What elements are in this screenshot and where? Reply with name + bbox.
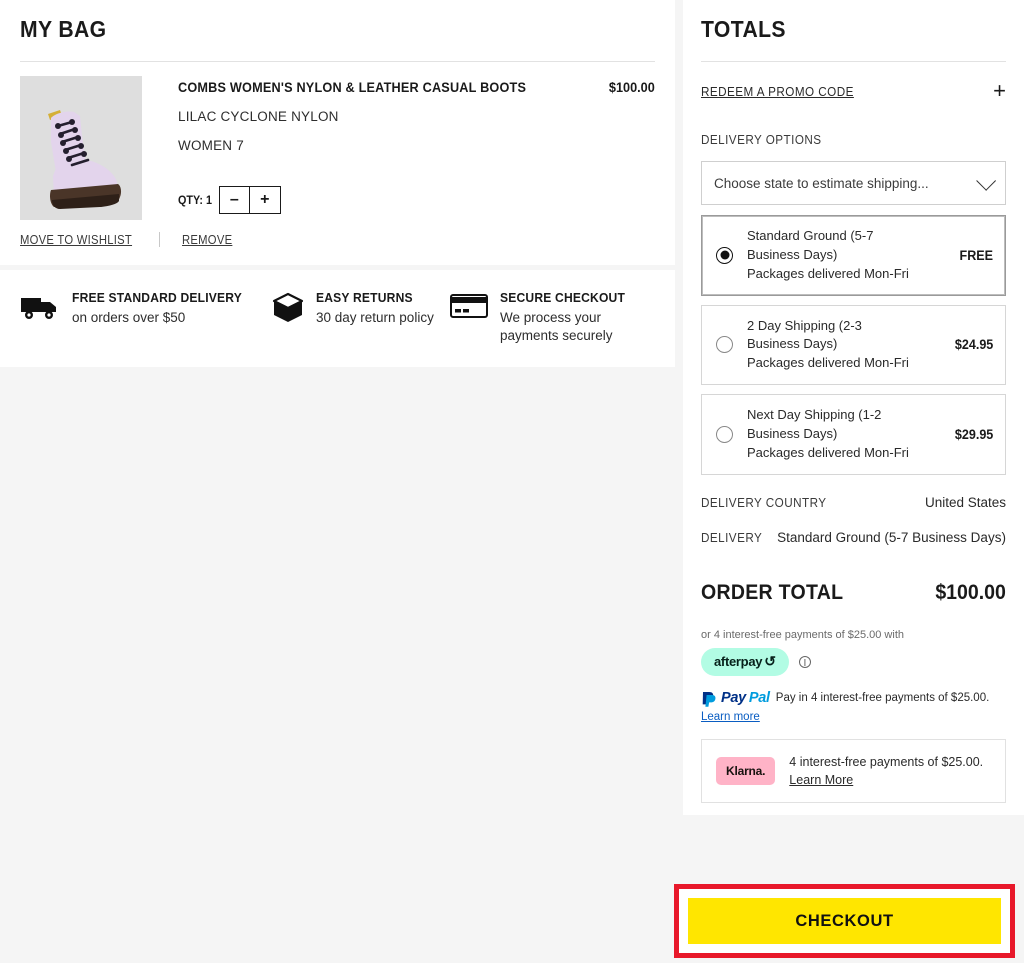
cart-page: MY BAG COMBS WOMEN'S NYLON & LEATHER CAS… bbox=[0, 0, 1024, 963]
shipping-line-1: 2 Day Shipping (2-3 bbox=[747, 317, 862, 333]
afterpay-label: afterpay bbox=[714, 653, 763, 669]
item-actions: MOVE TO WISHLIST REMOVE bbox=[20, 220, 655, 265]
product-name[interactable]: COMBS WOMEN'S NYLON & LEATHER CASUAL BOO… bbox=[178, 80, 626, 95]
promo-code-row[interactable]: REDEEM A PROMO CODE + bbox=[701, 62, 1006, 102]
delivery-options-label: DELIVERY OPTIONS bbox=[701, 132, 822, 147]
totals-column: TOTALS REDEEM A PROMO CODE + DELIVERY OP… bbox=[674, 0, 1024, 958]
delivery-value: Standard Ground (5-7 Business Days) bbox=[777, 529, 1006, 545]
cart-item-row: COMBS WOMEN'S NYLON & LEATHER CASUAL BOO… bbox=[20, 62, 655, 220]
klarna-learn-more-link[interactable]: Learn More bbox=[789, 773, 853, 787]
paypal-learn-more-link[interactable]: Learn more bbox=[701, 711, 760, 723]
benefit-heading: FREE STANDARD DELIVERY bbox=[72, 290, 243, 305]
shipping-price: FREE bbox=[959, 247, 993, 263]
checkout-highlight: CHECKOUT bbox=[674, 884, 1015, 958]
paypal-line: Pay Pal Pay in 4 interest-free payments o… bbox=[701, 690, 1006, 707]
truck-icon bbox=[20, 290, 60, 327]
paypal-block: Pay Pal Pay in 4 interest-free payments o… bbox=[701, 690, 1006, 725]
benefit-easy-returns: EASY RETURNS 30 day return policy bbox=[272, 290, 450, 345]
state-select[interactable]: Choose state to estimate shipping... bbox=[701, 161, 1006, 205]
benefit-text-wrap: FREE STANDARD DELIVERY on orders over $5… bbox=[72, 290, 255, 327]
bag-column: MY BAG COMBS WOMEN'S NYLON & LEATHER CAS… bbox=[0, 0, 675, 368]
shipping-price: $29.95 bbox=[954, 426, 993, 442]
shipping-option-text: Next Day Shipping (1-2 Business Days) Pa… bbox=[747, 406, 944, 463]
decrease-quantity-button[interactable]: – bbox=[219, 187, 250, 213]
order-total-label: ORDER TOTAL bbox=[701, 580, 844, 604]
product-size: WOMEN 7 bbox=[178, 138, 244, 153]
increase-quantity-button[interactable]: + bbox=[249, 187, 280, 213]
state-select-value: Choose state to estimate shipping... bbox=[714, 175, 929, 191]
paypal-logo-icon: Pay Pal bbox=[701, 690, 770, 707]
benefit-secure-checkout: SECURE CHECKOUT We process your payments… bbox=[450, 290, 650, 345]
move-to-wishlist-link[interactable]: MOVE TO WISHLIST bbox=[20, 233, 132, 247]
shipping-options-list: Standard Ground (5-7 Business Days) Pack… bbox=[701, 215, 1006, 475]
shipping-price: $24.95 bbox=[954, 337, 993, 353]
product-colorway: LILAC CYCLONE NYLON bbox=[178, 109, 339, 124]
paypal-brand-pal: Pal bbox=[748, 690, 770, 707]
shipping-note: Packages delivered Mon-Fri bbox=[747, 265, 909, 281]
product-details: COMBS WOMEN'S NYLON & LEATHER CASUAL BOO… bbox=[142, 76, 655, 220]
klarna-text-wrap: 4 interest-free payments of $25.00. Lear… bbox=[789, 753, 983, 789]
benefit-heading: EASY RETURNS bbox=[316, 290, 413, 305]
delivery-country-row: DELIVERY COUNTRY United States bbox=[701, 495, 1006, 510]
radio-2-day-shipping[interactable] bbox=[716, 336, 733, 354]
benefit-free-delivery: FREE STANDARD DELIVERY on orders over $5… bbox=[20, 290, 272, 345]
benefit-heading: SECURE CHECKOUT bbox=[500, 290, 626, 305]
shipping-line-1: Next Day Shipping (1-2 bbox=[747, 407, 882, 423]
klarna-badge: Klarna. bbox=[716, 756, 776, 785]
remove-item-link[interactable]: REMOVE bbox=[182, 233, 232, 247]
shipping-line-2: Business Days) bbox=[747, 425, 838, 441]
plus-icon[interactable]: + bbox=[993, 80, 1006, 102]
shipping-option-2day[interactable]: 2 Day Shipping (2-3 Business Days) Packa… bbox=[701, 304, 1006, 386]
radio-next-day-shipping[interactable] bbox=[716, 425, 733, 443]
redeem-promo-code-link[interactable]: REDEEM A PROMO CODE bbox=[701, 84, 854, 99]
order-total-value: $100.00 bbox=[935, 580, 1006, 604]
klarna-text: 4 interest-free payments of $25.00. bbox=[789, 754, 984, 769]
shipping-line-1: Standard Ground (5-7 bbox=[747, 228, 874, 243]
checkout-button[interactable]: CHECKOUT bbox=[688, 898, 1001, 944]
bag-card: MY BAG COMBS WOMEN'S NYLON & LEATHER CAS… bbox=[0, 0, 675, 265]
radio-standard-ground[interactable] bbox=[716, 246, 733, 264]
chevron-down-icon bbox=[976, 170, 997, 191]
benefit-text-wrap: SECURE CHECKOUT We process your payments… bbox=[500, 290, 650, 345]
quantity-stepper: QTY: 1 – + bbox=[178, 186, 655, 214]
delivery-row: DELIVERY Standard Ground (5-7 Business D… bbox=[701, 530, 1006, 545]
delivery-country-label: DELIVERY COUNTRY bbox=[701, 494, 827, 510]
order-total-row: ORDER TOTAL $100.00 bbox=[701, 581, 1006, 605]
info-icon[interactable] bbox=[798, 655, 811, 668]
totals-card: TOTALS REDEEM A PROMO CODE + DELIVERY OP… bbox=[683, 0, 1024, 815]
shipping-note: Packages delivered Mon-Fri bbox=[747, 444, 909, 460]
action-separator bbox=[158, 232, 160, 247]
klarna-box[interactable]: Klarna. 4 interest-free payments of $25.… bbox=[701, 738, 1006, 803]
credit-card-icon bbox=[450, 290, 488, 325]
afterpay-note: or 4 interest-free payments of $25.00 wi… bbox=[701, 628, 904, 641]
shipping-option-standard[interactable]: Standard Ground (5-7 Business Days) Pack… bbox=[701, 215, 1006, 296]
paypal-text: Pay in 4 interest-free payments of $25.0… bbox=[775, 692, 990, 705]
box-icon bbox=[272, 290, 304, 329]
benefit-subtext: 30 day return policy bbox=[316, 310, 434, 325]
stepper-controls: – + bbox=[218, 186, 281, 214]
totals-title: TOTALS bbox=[701, 16, 786, 42]
delivery-country-value: United States bbox=[924, 494, 1006, 510]
benefit-text-wrap: EASY RETURNS 30 day return policy bbox=[316, 290, 434, 327]
afterpay-badge[interactable]: afterpay ↺ bbox=[701, 647, 789, 676]
benefits-bar: FREE STANDARD DELIVERY on orders over $5… bbox=[0, 270, 675, 368]
shipping-line-2: Business Days) bbox=[747, 246, 838, 262]
product-thumbnail[interactable] bbox=[20, 76, 142, 220]
paypal-brand-pay: Pay bbox=[721, 690, 746, 707]
afterpay-row: afterpay ↺ bbox=[701, 647, 1006, 676]
shipping-line-2: Business Days) bbox=[747, 336, 838, 352]
benefit-subtext: We process your payments securely bbox=[500, 310, 613, 344]
shipping-note: Packages delivered Mon-Fri bbox=[747, 355, 909, 371]
product-price: $100.00 bbox=[609, 80, 655, 95]
delivery-label: DELIVERY bbox=[701, 529, 763, 545]
shipping-option-text: Standard Ground (5-7 Business Days) Pack… bbox=[747, 227, 949, 284]
shipping-option-text: 2 Day Shipping (2-3 Business Days) Packa… bbox=[747, 317, 944, 374]
boot-image bbox=[20, 76, 142, 220]
afterpay-logo-icon: ↺ bbox=[764, 652, 776, 669]
page-title: MY BAG bbox=[20, 16, 107, 42]
shipping-option-nextday[interactable]: Next Day Shipping (1-2 Business Days) Pa… bbox=[701, 394, 1006, 475]
quantity-label: QTY: 1 bbox=[178, 193, 213, 207]
benefit-subtext: on orders over $50 bbox=[72, 310, 186, 325]
